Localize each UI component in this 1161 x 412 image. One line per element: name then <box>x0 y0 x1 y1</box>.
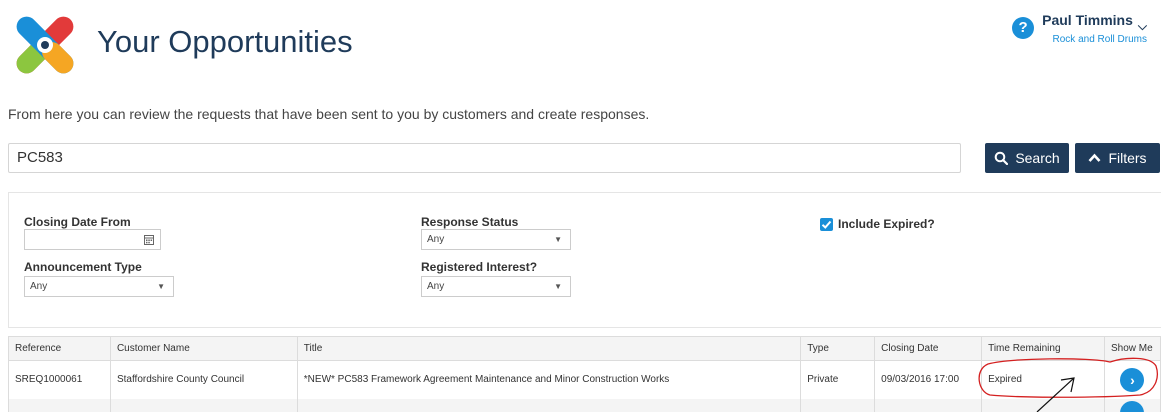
cell-closing-date: 09/03/2016 17:00 <box>874 360 983 399</box>
user-menu[interactable]: ? Paul Timmins ⌵ Rock and Roll Drums <box>1012 13 1147 46</box>
cell-reference: SREQ1000061 <box>8 360 111 399</box>
chevron-down-icon[interactable]: ⌵ <box>1138 19 1147 34</box>
page-title: Your Opportunities <box>97 24 353 59</box>
include-expired-label: Include Expired? <box>838 217 935 231</box>
filters-button[interactable]: Filters <box>1075 143 1160 173</box>
dropdown-arrow-icon: ▼ <box>554 235 562 244</box>
filters-button-label: Filters <box>1108 150 1147 166</box>
column-header-reference[interactable]: Reference <box>8 336 111 361</box>
cell-empty <box>8 398 111 412</box>
search-input[interactable]: PC583 <box>8 143 961 173</box>
results-table: Reference Customer Name Title Type Closi… <box>8 336 1161 412</box>
announcement-type-select[interactable]: Any ▼ <box>24 276 174 297</box>
cell-time-remaining: Expired <box>981 360 1105 399</box>
user-organisation: Rock and Roll Drums <box>1052 34 1147 45</box>
response-status-select[interactable]: Any ▼ <box>421 229 571 250</box>
filters-panel: Closing Date From Announcement Type Any … <box>8 192 1161 328</box>
table-row[interactable] <box>8 398 1161 412</box>
search-icon <box>995 151 1009 165</box>
registered-interest-value: Any <box>427 281 445 292</box>
closing-date-from-field[interactable] <box>24 229 161 250</box>
response-status-value: Any <box>427 234 445 245</box>
cell-empty <box>981 398 1105 412</box>
cell-show-me <box>1103 398 1161 412</box>
search-button[interactable]: Search <box>985 143 1069 173</box>
column-header-closing-date[interactable]: Closing Date <box>874 336 983 361</box>
column-header-title[interactable]: Title <box>296 336 802 361</box>
include-expired-checkbox[interactable] <box>820 218 833 231</box>
column-header-type[interactable]: Type <box>800 336 876 361</box>
table-header-row: Reference Customer Name Title Type Closi… <box>8 336 1161 361</box>
response-status-label: Response Status <box>421 215 519 229</box>
announcement-type-label: Announcement Type <box>24 260 142 274</box>
registered-interest-select[interactable]: Any ▼ <box>421 276 571 297</box>
help-icon[interactable]: ? <box>1012 17 1035 39</box>
dropdown-arrow-icon: ▼ <box>157 282 165 291</box>
search-button-label: Search <box>1015 150 1060 166</box>
cell-empty <box>800 398 876 412</box>
cell-empty <box>109 398 298 412</box>
closing-date-from-label: Closing Date From <box>24 215 131 229</box>
intro-text: From here you can review the requests th… <box>8 106 650 122</box>
show-me-button[interactable] <box>1120 400 1145 412</box>
user-name: Paul Timmins <box>1042 12 1133 28</box>
cell-title: *NEW* PC583 Framework Agreement Maintena… <box>296 360 802 399</box>
cell-empty <box>296 398 802 412</box>
show-me-button[interactable]: › <box>1120 367 1145 392</box>
cell-customer-name: Staffordshire County Council <box>109 360 298 399</box>
logo-icon <box>16 16 74 74</box>
announcement-type-value: Any <box>30 281 48 292</box>
column-header-customer-name[interactable]: Customer Name <box>109 336 298 361</box>
cell-type: Private <box>800 360 876 399</box>
dropdown-arrow-icon: ▼ <box>554 282 562 291</box>
cell-empty <box>874 398 983 412</box>
table-row[interactable]: SREQ1000061 Staffordshire County Council… <box>8 360 1161 399</box>
registered-interest-label: Registered Interest? <box>421 260 538 274</box>
cell-show-me: › <box>1103 360 1161 399</box>
column-header-time-remaining[interactable]: Time Remaining <box>981 336 1105 361</box>
calendar-icon[interactable] <box>144 234 154 245</box>
checkmark-icon <box>821 220 832 229</box>
chevron-up-icon <box>1088 153 1101 162</box>
column-header-show-me: Show Me <box>1103 336 1161 361</box>
